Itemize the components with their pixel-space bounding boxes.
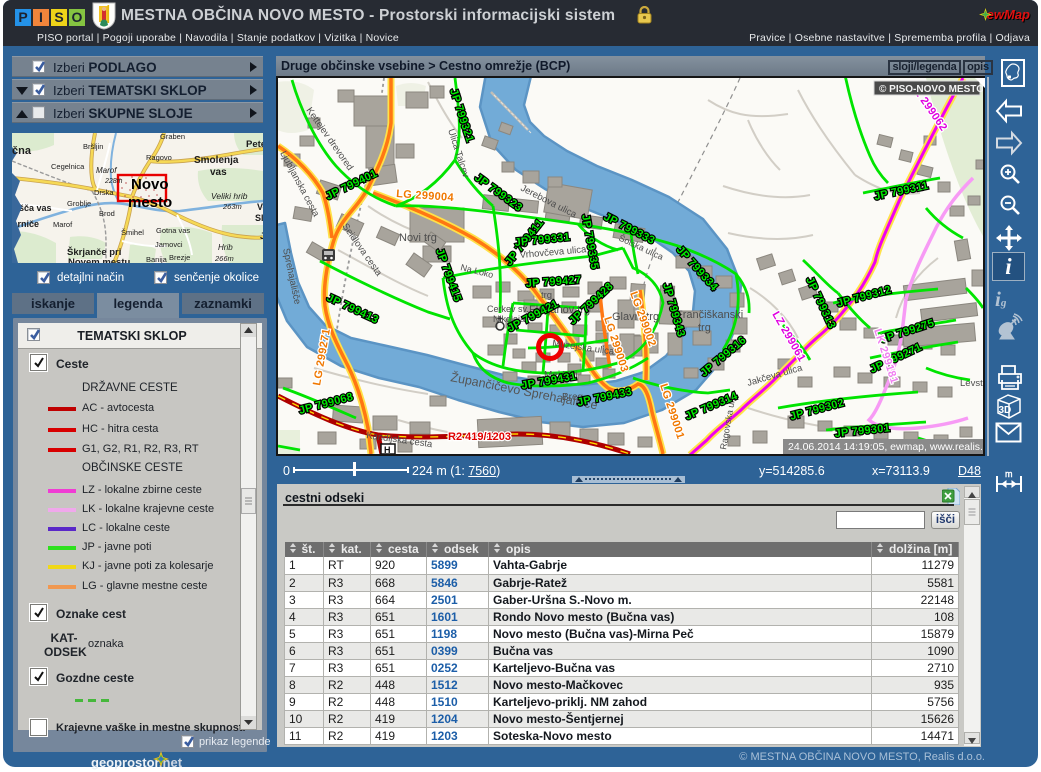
svg-text:H: H bbox=[384, 445, 391, 454]
svg-text:Ve: Ve bbox=[257, 202, 263, 212]
svg-text:Banija: Banija bbox=[146, 255, 168, 263]
svg-text:Sla: Sla bbox=[255, 213, 263, 223]
svg-text:Cerkev sv.: Cerkev sv. bbox=[487, 304, 529, 314]
svg-text:Frančiškanski: Frančiškanski bbox=[676, 309, 743, 321]
svg-text:Bršljin: Bršljin bbox=[83, 142, 103, 151]
svg-text:trg: trg bbox=[698, 322, 711, 334]
svg-text:Novem mestu: Novem mestu bbox=[68, 257, 130, 263]
svg-text:Ragovo: Ragovo bbox=[146, 153, 172, 162]
svg-text:Novi trg: Novi trg bbox=[399, 232, 437, 244]
svg-text:266m: 266m bbox=[214, 254, 234, 263]
svg-text:3D: 3D bbox=[999, 405, 1012, 416]
svg-text:Marof: Marof bbox=[53, 220, 73, 229]
svg-text:Novo: Novo bbox=[131, 176, 169, 193]
svg-text:Graben: Graben bbox=[160, 133, 185, 141]
svg-text:R2 419/1203: R2 419/1203 bbox=[448, 431, 511, 443]
svg-text:Petel: Petel bbox=[246, 139, 263, 150]
svg-text:Smolenja: Smolenja bbox=[194, 155, 239, 166]
svg-text:Cegelnica: Cegelnica bbox=[51, 162, 85, 171]
svg-text:Gotna vas: Gotna vas bbox=[156, 226, 190, 235]
svg-text:Marof: Marof bbox=[96, 166, 117, 175]
svg-text:Brezje: Brezje bbox=[169, 253, 190, 262]
svg-text:m: m bbox=[1005, 469, 1013, 479]
svg-text:Veliki hrib: Veliki hrib bbox=[211, 191, 248, 201]
svg-text:Brod: Brod bbox=[99, 209, 115, 218]
svg-text:čna: čna bbox=[12, 145, 32, 157]
svg-text:© PISO-NOVO MESTO: © PISO-NOVO MESTO bbox=[879, 84, 983, 95]
svg-text:vas: vas bbox=[210, 167, 227, 178]
svg-text:Drska: Drska bbox=[94, 188, 114, 197]
svg-text:mesto: mesto bbox=[128, 194, 172, 211]
svg-text:24.06.2014 14:19:05, ewmap, ww: 24.06.2014 14:19:05, ewmap, www.realis.s… bbox=[788, 441, 983, 453]
svg-text:Groblje: Groblje bbox=[67, 199, 91, 208]
svg-text:263m: 263m bbox=[222, 202, 242, 211]
svg-text:Hrib: Hrib bbox=[218, 243, 233, 252]
svg-text:Ja: Ja bbox=[260, 231, 263, 241]
svg-text:Jamovci: Jamovci bbox=[155, 240, 183, 249]
svg-text:228m: 228m bbox=[104, 178, 123, 185]
svg-text:Šmihel: Šmihel bbox=[121, 228, 144, 237]
